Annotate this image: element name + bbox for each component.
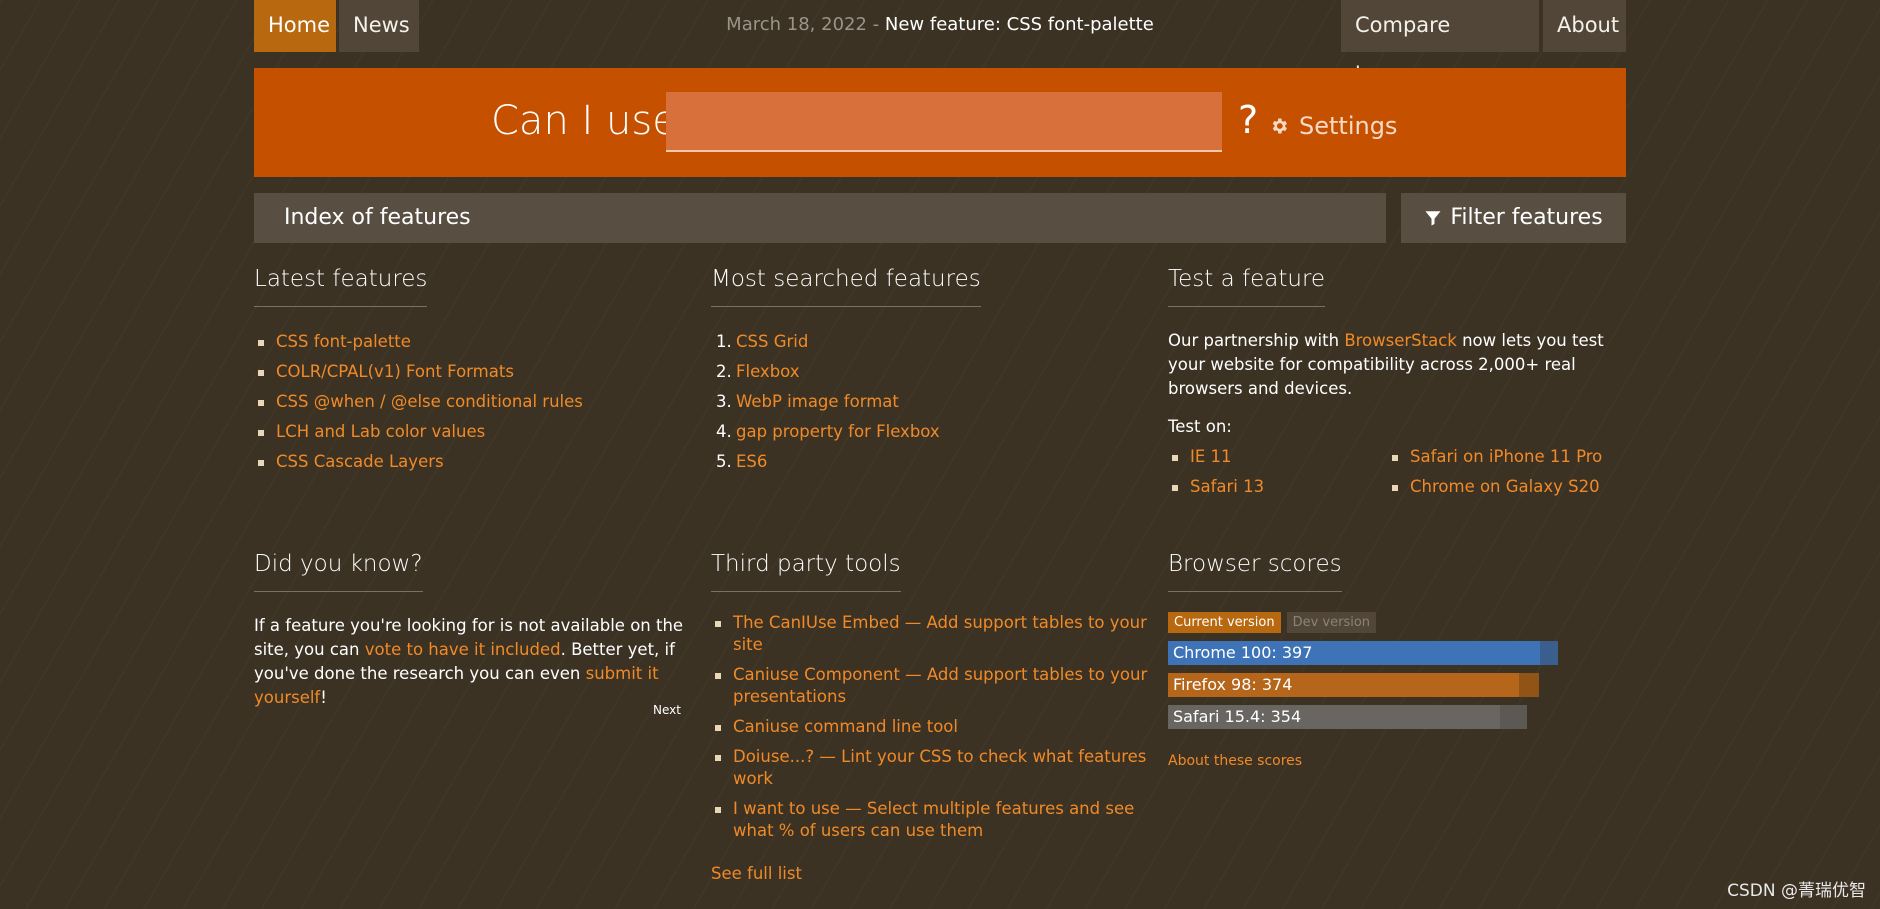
- filter-icon: [1425, 211, 1441, 226]
- list-item[interactable]: 3. WebP image format: [711, 387, 1141, 417]
- vote-link[interactable]: vote to have it included: [365, 640, 561, 659]
- news-link[interactable]: New feature: CSS font-palette: [885, 14, 1154, 35]
- list-item[interactable]: Doiuse...? — Lint your CSS to check what…: [711, 746, 1151, 790]
- list-item[interactable]: 2. Flexbox: [711, 357, 1141, 387]
- list-item[interactable]: CSS font-palette: [254, 327, 684, 357]
- filter-features-button[interactable]: Filter features: [1401, 193, 1626, 243]
- score-rows: Chrome 100: 397 Firefox 98: 374 Safari 1…: [1168, 641, 1588, 729]
- list-item[interactable]: IE 11: [1168, 442, 1388, 472]
- nav-compare-browsers[interactable]: Compare browsers: [1341, 0, 1539, 87]
- nav-home[interactable]: Home: [254, 0, 336, 52]
- news-separator: -: [866, 14, 885, 35]
- most-searched-list: 1. CSS Grid 2. Flexbox 3. WebP image format…: [711, 327, 1141, 477]
- score-row-chrome: Chrome 100: 397: [1168, 641, 1588, 665]
- score-row-safari: Safari 15.4: 354: [1168, 705, 1588, 729]
- index-title: Index of features: [284, 205, 471, 230]
- list-item[interactable]: CSS @when / @else conditional rules: [254, 387, 684, 417]
- browserstack-link[interactable]: BrowserStack: [1344, 331, 1457, 350]
- score-label: Firefox 98: 374: [1173, 675, 1293, 694]
- scores-tabs: Current version Dev version: [1168, 612, 1588, 633]
- tab-current-version[interactable]: Current version: [1168, 612, 1281, 633]
- search-label: Can I use: [491, 98, 677, 144]
- gear-icon: [1272, 118, 1287, 134]
- list-item[interactable]: The CanIUse Embed — Add support tables t…: [711, 612, 1151, 656]
- list-item[interactable]: Caniuse command line tool: [711, 716, 1151, 738]
- search-input[interactable]: [666, 92, 1222, 152]
- nav-news[interactable]: News: [339, 0, 419, 52]
- browser-scores-title: Browser scores: [1168, 551, 1342, 592]
- test-browsers-list-right: Safari on iPhone 11 Pro Chrome on Galaxy…: [1388, 442, 1608, 502]
- list-item[interactable]: Safari on iPhone 11 Pro: [1388, 442, 1608, 472]
- did-you-know-text: If a feature you're looking for is not a…: [254, 616, 684, 707]
- search-bar: Can I use ? Settings: [254, 68, 1626, 177]
- next-button[interactable]: Next: [653, 703, 681, 717]
- settings-button[interactable]: Settings: [1269, 112, 1397, 140]
- third-party-tools-title: Third party tools: [711, 551, 901, 592]
- top-nav: March 18, 2022 - New feature: CSS font-p…: [254, 0, 1626, 87]
- about-scores-link[interactable]: About these scores: [1168, 753, 1588, 769]
- latest-features-section: Latest features CSS font-palette COLR/CP…: [254, 266, 684, 477]
- test-browsers-grid: IE 11 Safari 13 Safari on iPhone 11 Pro …: [1168, 442, 1626, 502]
- list-item[interactable]: Chrome on Galaxy S20: [1388, 472, 1608, 502]
- test-feature-title: Test a feature: [1168, 266, 1326, 307]
- see-full-list-link[interactable]: See full list: [711, 864, 1151, 883]
- most-searched-title: Most searched features: [711, 266, 981, 307]
- news-date: March 18, 2022: [726, 14, 867, 35]
- list-item[interactable]: 5. ES6: [711, 447, 1141, 477]
- list-item[interactable]: Caniuse Component — Add support tables t…: [711, 664, 1151, 708]
- browser-scores-section: Browser scores Current version Dev versi…: [1168, 551, 1588, 769]
- test-feature-section: Test a feature Our partnership with Brow…: [1168, 266, 1626, 502]
- test-browsers-list-left: IE 11 Safari 13: [1168, 442, 1388, 502]
- did-you-know-section: Did you know? If a feature you're lookin…: [254, 551, 684, 717]
- test-feature-description: Our partnership with BrowserStack now le…: [1168, 331, 1604, 398]
- list-item[interactable]: LCH and Lab color values: [254, 417, 684, 447]
- page-wrapper: March 18, 2022 - New feature: CSS font-p…: [254, 0, 1626, 883]
- test-on-label: Test on:: [1168, 417, 1232, 436]
- watermark: CSDN @菁瑞优智: [1727, 881, 1866, 901]
- score-label: Safari 15.4: 354: [1173, 707, 1302, 726]
- third-party-tools-list: The CanIUse Embed — Add support tables t…: [711, 612, 1151, 842]
- third-party-tools-section: Third party tools The CanIUse Embed — Ad…: [711, 551, 1151, 883]
- settings-label: Settings: [1299, 112, 1398, 140]
- list-item[interactable]: Safari 13: [1168, 472, 1388, 502]
- score-label: Chrome 100: 397: [1173, 643, 1313, 662]
- tab-dev-version[interactable]: Dev version: [1286, 612, 1377, 633]
- did-you-know-title: Did you know?: [254, 551, 423, 592]
- list-item[interactable]: 4. gap property for Flexbox: [711, 417, 1141, 447]
- list-item[interactable]: I want to use — Select multiple features…: [711, 798, 1151, 842]
- score-row-firefox: Firefox 98: 374: [1168, 673, 1588, 697]
- filter-label: Filter features: [1450, 205, 1603, 230]
- list-item[interactable]: 1. CSS Grid: [711, 327, 1141, 357]
- most-searched-section: Most searched features 1. CSS Grid 2. Flex…: [711, 266, 1141, 477]
- search-question-mark: ?: [1238, 98, 1259, 142]
- list-item[interactable]: CSS Cascade Layers: [254, 447, 684, 477]
- nav-about[interactable]: About: [1543, 0, 1626, 52]
- latest-features-title: Latest features: [254, 266, 428, 307]
- index-of-features-bar[interactable]: Index of features: [254, 193, 1386, 243]
- list-item[interactable]: COLR/CPAL(v1) Font Formats: [254, 357, 684, 387]
- latest-features-list: CSS font-palette COLR/CPAL(v1) Font Form…: [254, 327, 684, 477]
